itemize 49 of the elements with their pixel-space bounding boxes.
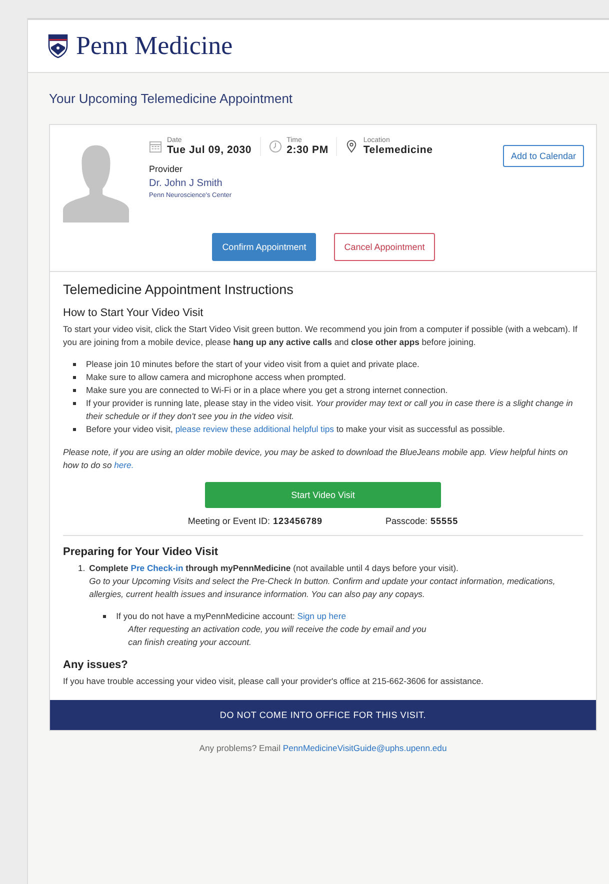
note-text: Please note, if you are using an older mobile device, you may be asked to download the BlueJeans mobile app. View helpful hints on how to do so here. <box>63 446 569 472</box>
logo-text: Penn Medicine <box>76 31 233 61</box>
calendar-icon <box>149 140 162 153</box>
bullet-icon <box>103 615 106 618</box>
appointment-button[interactable]: Cancel Appointment <box>334 233 435 261</box>
bullet-icon <box>73 389 76 392</box>
issues-text: If you have trouble accessing your video visit, please call your provider's office at 215-662-3606 for assistance. <box>63 675 484 688</box>
step-detail: Go to your Upcoming Visits and select the Pre-Check In button. Confirm and update your contact information, medications, allergies, current health issues and insurance information. You can also pay any copays. <box>89 575 556 601</box>
bullet-text: If your provider is running late, please stay in the video visit. Your provider may text or call you in case there is a slight change in their schedule or if they don't see you in the video visit. <box>86 397 574 423</box>
step-text: Complete Pre Check-in through myPennMedicine (not available until 4 days before your visit). <box>89 562 460 575</box>
intro-text: To start your video visit, click the Start Video Visit green button. We recommend you join from a computer if possible (with a webcam). If you are joining from a mobile device, please hang up any active calls and close other apps before joining. <box>63 323 578 349</box>
detail-value: Tue Jul 09, 2030 <box>167 144 252 156</box>
bullet-text: Make sure to allow camera and microphone access when prompted. <box>86 371 346 384</box>
provider-label: Provider <box>149 164 184 174</box>
bullet-icon <box>73 428 76 431</box>
passcode: 55555 <box>430 516 458 526</box>
link[interactable]: please review these additional helpful tips <box>175 424 334 434</box>
bullet-text: Before your video visit, please review these additional helpful tips to make your visit as successful as possible. <box>86 423 505 436</box>
warning-banner: DO NOT COME INTO OFFICE FOR THIS VISIT. <box>50 700 596 730</box>
bullet-icon <box>73 376 76 379</box>
section-heading: Preparing for Your Video Visit <box>63 546 220 558</box>
step-number: 1. <box>78 562 86 575</box>
section-heading: Any issues? <box>63 659 129 671</box>
section-heading: How to Start Your Video Visit <box>63 307 204 319</box>
email-link[interactable]: PennMedicineVisitGuide@uphs.upenn.edu <box>282 743 447 753</box>
appointment-button[interactable]: Confirm Appointment <box>212 233 316 261</box>
bullet-text: Make sure you are connected to Wi-Fi or in a place where you get a strong internet connection. <box>86 384 448 397</box>
bullet-icon <box>73 363 76 366</box>
shield-logo-icon <box>48 34 68 58</box>
bullet-detail: After requesting an activation code, you will receive the code by email and you can finish creating your account. <box>128 623 428 649</box>
link[interactable]: here. <box>114 460 134 470</box>
link[interactable]: Sign up here <box>297 611 346 621</box>
location-pin-icon <box>345 140 358 153</box>
detail-value: Telemedicine <box>363 144 433 156</box>
bullet-text: If you do not have a myPennMedicine account: Sign up here <box>116 610 347 623</box>
link[interactable]: Pre Check-in <box>130 563 184 573</box>
bullet-icon <box>73 402 76 405</box>
add-to-calendar-button[interactable]: Add to Calendar <box>502 145 584 167</box>
start-video-visit-button[interactable]: Start Video Visit <box>205 482 441 508</box>
bullet-text: Please join 10 minutes before the start of your video visit from a quiet and private place. <box>86 358 420 371</box>
meeting-id: 123456789 <box>272 516 323 526</box>
section-title: Telemedicine Appointment Instructions <box>63 282 294 297</box>
clock-icon <box>268 140 282 153</box>
page-title: Your Upcoming Telemedicine Appointment <box>49 91 294 106</box>
passcode-label: Passcode: <box>386 516 428 526</box>
provider-name-link[interactable]: Dr. John J Smith <box>149 178 503 189</box>
detail-value: 2:30 PM <box>286 144 328 156</box>
footer-text: Any problems? Email PennMedicineVisitGuide@uphs.upenn.edu <box>198 743 448 753</box>
meeting-id-label: Meeting or Event ID: <box>188 516 270 526</box>
